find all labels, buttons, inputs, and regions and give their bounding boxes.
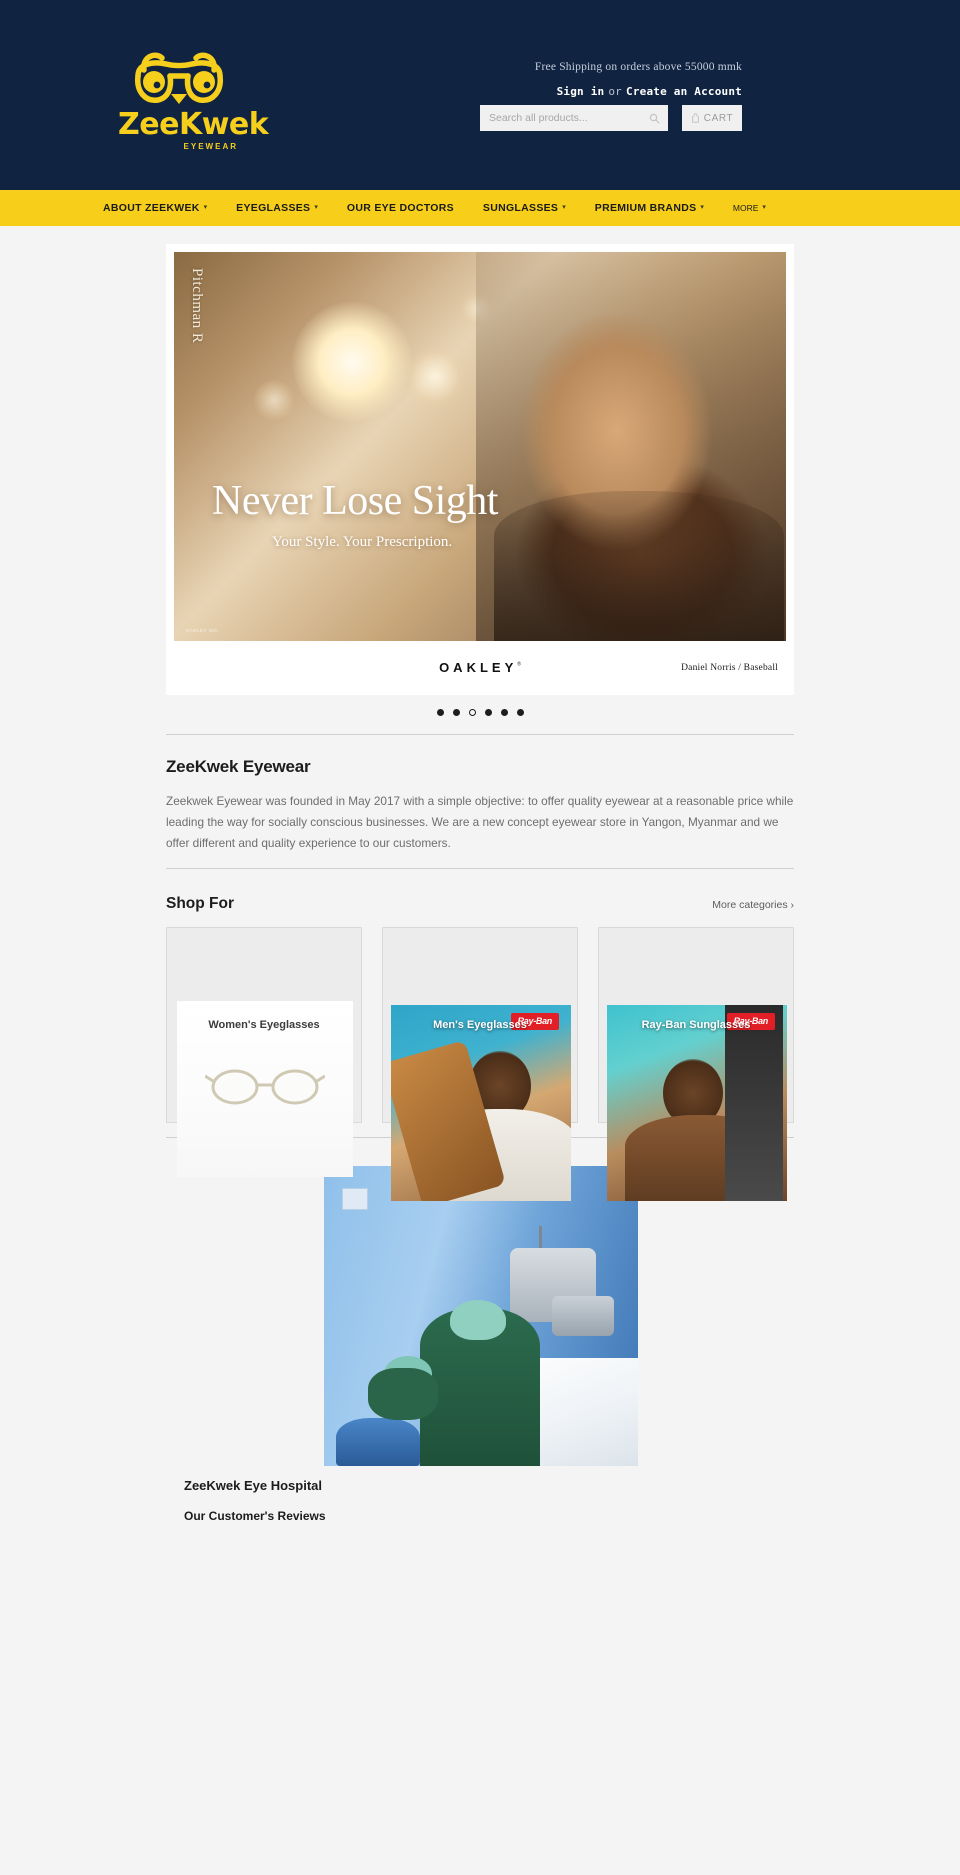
cart-button[interactable]: CART: [682, 105, 742, 131]
nav-item-premium-brands[interactable]: PREMIUM BRANDS ▾: [595, 202, 704, 214]
car-pillar: [725, 1004, 783, 1201]
category-image-rayban-sunglasses: Ray-Ban: [607, 1004, 787, 1201]
chevron-down-icon: ▾: [562, 203, 566, 211]
create-account-link[interactable]: Create an Account: [626, 85, 742, 98]
category-image-mens-eyeglasses: Ray-Ban: [391, 1004, 571, 1201]
hero-caption-bar: OAKLEY® Daniel Norris / Baseball: [174, 641, 786, 695]
category-label: Men's Eyeglasses: [433, 1018, 527, 1031]
nav-label: ABOUT ZEEKWEK: [103, 202, 200, 214]
wall-panel: [342, 1187, 368, 1210]
sign-in-link[interactable]: Sign in: [557, 85, 605, 98]
eyeglasses-product-icon: [205, 1069, 325, 1105]
shipping-note: Free Shipping on orders above 55000 mmk: [534, 61, 742, 73]
category-card-mens-eyeglasses[interactable]: Ray-Ban Men's Eyeglasses: [382, 926, 578, 1201]
cart-label: CART: [703, 112, 734, 124]
main-navigation: ABOUT ZEEKWEK ▾ EYEGLASSES ▾ OUR EYE DOC…: [0, 190, 960, 226]
logo-wordmark: ZeeKwek: [118, 107, 269, 142]
nav-label: PREMIUM BRANDS: [594, 202, 697, 214]
chevron-down-icon: ▾: [203, 203, 208, 211]
equipment-base: [336, 1417, 420, 1466]
slider-dot-4[interactable]: [484, 709, 492, 716]
nav-label: EYEGLASSES: [236, 202, 311, 214]
nav-item-more[interactable]: MORE ▾: [733, 203, 766, 213]
hero-portrait-photo: [476, 252, 786, 641]
slider-dots: [166, 709, 794, 720]
about-section: ZeeKwek Eyewear Zeekwek Eyewear was foun…: [166, 757, 794, 854]
sun-flare: [292, 302, 412, 422]
search-input[interactable]: [489, 112, 649, 124]
slider-dot-1[interactable]: [436, 709, 444, 716]
header-utility: Free Shipping on orders above 55000 mmk …: [222, 61, 742, 98]
bokeh-light: [406, 348, 464, 406]
category-card-womens-eyeglasses[interactable]: Women's Eyeglasses: [166, 926, 362, 1177]
bokeh-light: [254, 380, 294, 420]
hero-slide-image[interactable]: Pitchman R Never Lose Sight Your Style. …: [174, 252, 786, 641]
about-body: Zeekwek Eyewear was founded in May 2017 …: [166, 794, 794, 850]
surgical-microscope-arm: [552, 1295, 614, 1336]
page-body: Pitchman R Never Lose Sight Your Style. …: [0, 244, 960, 1563]
shop-for-heading: Shop For: [166, 894, 235, 912]
nav-label: OUR EYE DOCTORS: [346, 202, 454, 214]
hero-credit: Daniel Norris / Baseball: [681, 663, 778, 673]
account-links: Sign in or Create an Account: [222, 85, 742, 98]
customer-reviews-title: Our Customer's Reviews: [184, 1508, 326, 1523]
nav-item-our-eye-doctors[interactable]: OUR EYE DOCTORS: [347, 202, 454, 214]
slider-dot-5[interactable]: [500, 709, 508, 716]
slider-dot-3[interactable]: [468, 709, 476, 716]
category-label: Ray-Ban Sunglasses: [641, 1018, 751, 1031]
search-box[interactable]: [480, 105, 668, 131]
nav-label: SUNGLASSES: [482, 202, 559, 214]
slider-dot-6[interactable]: [516, 709, 524, 716]
chevron-down-icon: ▾: [314, 203, 318, 211]
divider: [166, 867, 794, 869]
category-card-grid: Women's Eyeglasses Ray-Ban Men's Eyeglas…: [166, 926, 794, 1201]
eye-hospital-photo: [324, 1165, 638, 1466]
nav-item-eyeglasses[interactable]: EYEGLASSES ▾: [236, 202, 318, 214]
oakley-logo: OAKLEY®: [439, 659, 521, 677]
chevron-down-icon: ▾: [762, 203, 766, 211]
nav-item-about-zeekwek[interactable]: ABOUT ZEEKWEK ▾: [103, 202, 207, 214]
search-icon[interactable]: [649, 113, 660, 124]
nav-label: MORE: [732, 203, 759, 213]
more-categories-link[interactable]: More categories ›: [712, 899, 794, 911]
shopping-bag-icon: [691, 113, 699, 123]
hero-slider: Pitchman R Never Lose Sight Your Style. …: [166, 244, 794, 695]
nav-item-sunglasses[interactable]: SUNGLASSES ▾: [483, 202, 566, 214]
category-card-rayban-sunglasses[interactable]: Ray-Ban Ray-Ban Sunglasses: [598, 926, 794, 1201]
about-heading: ZeeKwek Eyewear: [166, 757, 311, 776]
hero-subtitle: Your Style. Your Prescription.: [272, 534, 453, 550]
chevron-down-icon: ▾: [700, 203, 704, 211]
hero-fine-print: OAKLEY INC.: [186, 628, 220, 633]
surgical-cap: [450, 1299, 506, 1340]
oakley-wordmark: OAKLEY: [439, 660, 518, 675]
hero-title: Never Lose Sight: [212, 478, 498, 524]
or-separator: or: [608, 85, 623, 98]
category-label: Women's Eyeglasses: [208, 1018, 320, 1031]
divider: [166, 734, 794, 735]
header-search-row: CART: [480, 105, 742, 131]
assistant-figure: [368, 1367, 438, 1420]
eye-hospital-section: ZeeKwek Eye Hospital Our Customer's Revi…: [166, 1154, 794, 1523]
shop-for-header: Shop For More categories ›: [166, 895, 794, 913]
logo-tagline: EYEWEAR: [183, 142, 238, 151]
trademark-symbol: ®: [517, 661, 521, 668]
slider-dot-2[interactable]: [452, 709, 460, 716]
site-header: ZeeKwek EYEWEAR Free Shipping on orders …: [0, 0, 960, 190]
hero-vertical-label: Pitchman R: [189, 268, 205, 344]
